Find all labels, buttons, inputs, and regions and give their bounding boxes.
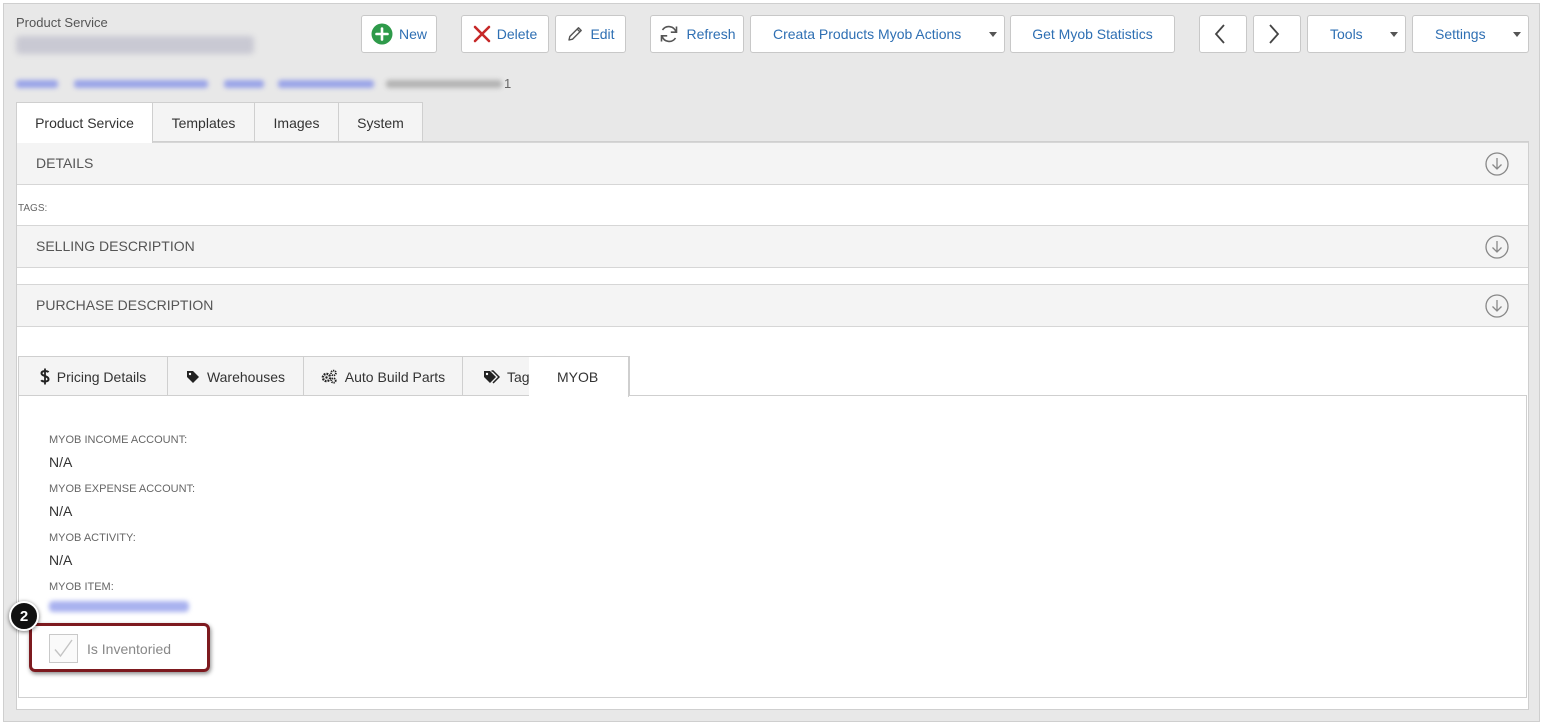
purchase-description-header[interactable]: PURCHASE DESCRIPTION xyxy=(17,284,1528,327)
myob-item-link[interactable] xyxy=(49,601,189,612)
myob-actions-label: Creata Products Myob Actions xyxy=(773,26,962,42)
tools-label: Tools xyxy=(1330,26,1363,42)
refresh-icon xyxy=(661,25,678,43)
tags-label: TAGS: xyxy=(18,203,48,214)
breadcrumb-current xyxy=(386,80,502,88)
subtab-auto-build-parts[interactable]: Auto Build Parts xyxy=(303,356,463,396)
myob-statistics-button[interactable]: Get Myob Statistics xyxy=(1010,15,1175,53)
myob-item-label: MYOB ITEM: xyxy=(49,581,114,593)
breadcrumb-suffix: 1 xyxy=(504,76,512,91)
previous-record-button[interactable] xyxy=(1199,15,1247,53)
app-title: Product Service xyxy=(16,15,108,30)
selling-description-title: SELLING DESCRIPTION xyxy=(36,238,195,254)
tab-system[interactable]: System xyxy=(338,102,423,142)
myob-expense-account-value: N/A xyxy=(49,503,73,519)
dollar-icon xyxy=(40,368,50,385)
checkmark-icon xyxy=(54,639,73,658)
refresh-button-label: Refresh xyxy=(686,26,736,42)
details-section-title: DETAILS xyxy=(36,155,94,171)
myob-income-account-value: N/A xyxy=(49,454,73,470)
arrow-down-circle-icon[interactable] xyxy=(1485,235,1509,259)
myob-expense-account-label: MYOB EXPENSE ACCOUNT: xyxy=(49,483,196,495)
subtab-myob[interactable]: MYOB xyxy=(529,356,629,397)
arrow-down-circle-icon[interactable] xyxy=(1485,152,1509,176)
new-button-label: New xyxy=(398,26,427,42)
record-name-redacted xyxy=(16,36,254,54)
chevron-down-icon xyxy=(1390,32,1398,37)
chevron-left-icon xyxy=(1214,24,1225,44)
selling-description-header[interactable]: SELLING DESCRIPTION xyxy=(17,225,1528,268)
edit-button[interactable]: Edit xyxy=(555,15,626,53)
breadcrumb-link-level-2[interactable] xyxy=(74,80,208,88)
step-marker-2: 2 xyxy=(9,601,39,631)
is-inventoried-checkbox[interactable] xyxy=(49,634,78,663)
new-button[interactable]: New xyxy=(361,15,437,53)
next-record-button[interactable] xyxy=(1253,15,1301,53)
breadcrumb-link-level-3[interactable] xyxy=(224,80,264,88)
tab-images[interactable]: Images xyxy=(254,102,339,142)
tab-templates[interactable]: Templates xyxy=(152,102,255,142)
subtab-warehouses[interactable]: Warehouses xyxy=(167,356,304,396)
myob-income-account-label: MYOB INCOME ACCOUNT: xyxy=(49,434,188,446)
edit-button-label: Edit xyxy=(590,26,615,42)
arrow-down-circle-icon[interactable] xyxy=(1485,294,1509,318)
subtab-auto-build-parts-label: Auto Build Parts xyxy=(344,368,446,385)
myob-activity-label: MYOB ACTIVITY: xyxy=(49,532,136,544)
myob-panel: MYOB INCOME ACCOUNT: N/A MYOB EXPENSE AC… xyxy=(18,395,1527,698)
cogs-icon xyxy=(321,369,337,384)
details-section-header[interactable]: DETAILS xyxy=(17,142,1528,185)
breadcrumb-link-level-4[interactable] xyxy=(278,80,374,88)
pencil-icon xyxy=(568,27,583,41)
tags-icon xyxy=(484,369,500,384)
delete-button[interactable]: Delete xyxy=(461,15,549,53)
refresh-button[interactable]: Refresh xyxy=(650,15,744,53)
myob-activity-value: N/A xyxy=(49,552,73,568)
x-icon xyxy=(473,25,491,43)
subtab-myob-label: MYOB xyxy=(557,369,599,385)
is-inventoried-label: Is Inventoried xyxy=(87,641,172,657)
delete-button-label: Delete xyxy=(496,26,538,42)
subtab-pricing-details-label: Pricing Details xyxy=(56,368,147,385)
tools-dropdown[interactable]: Tools xyxy=(1307,15,1406,53)
subtab-warehouses-label: Warehouses xyxy=(206,368,286,385)
plus-circle-icon xyxy=(371,23,393,45)
breadcrumb-link-home[interactable] xyxy=(16,80,58,88)
product-service-panel: DETAILS TAGS: SELLING DESCRIPTION PURCHA… xyxy=(16,141,1529,710)
settings-label: Settings xyxy=(1435,26,1486,42)
myob-statistics-label: Get Myob Statistics xyxy=(1032,26,1153,42)
tab-product-service[interactable]: Product Service xyxy=(16,102,153,143)
chevron-down-icon xyxy=(1513,32,1521,37)
myob-actions-dropdown[interactable]: Creata Products Myob Actions xyxy=(750,15,1005,53)
purchase-description-title: PURCHASE DESCRIPTION xyxy=(36,297,214,313)
tag-icon xyxy=(186,370,199,383)
settings-dropdown[interactable]: Settings xyxy=(1412,15,1529,53)
chevron-down-icon xyxy=(989,32,997,37)
subtab-pricing-details[interactable]: Pricing Details xyxy=(18,356,168,396)
chevron-right-icon xyxy=(1269,24,1280,44)
